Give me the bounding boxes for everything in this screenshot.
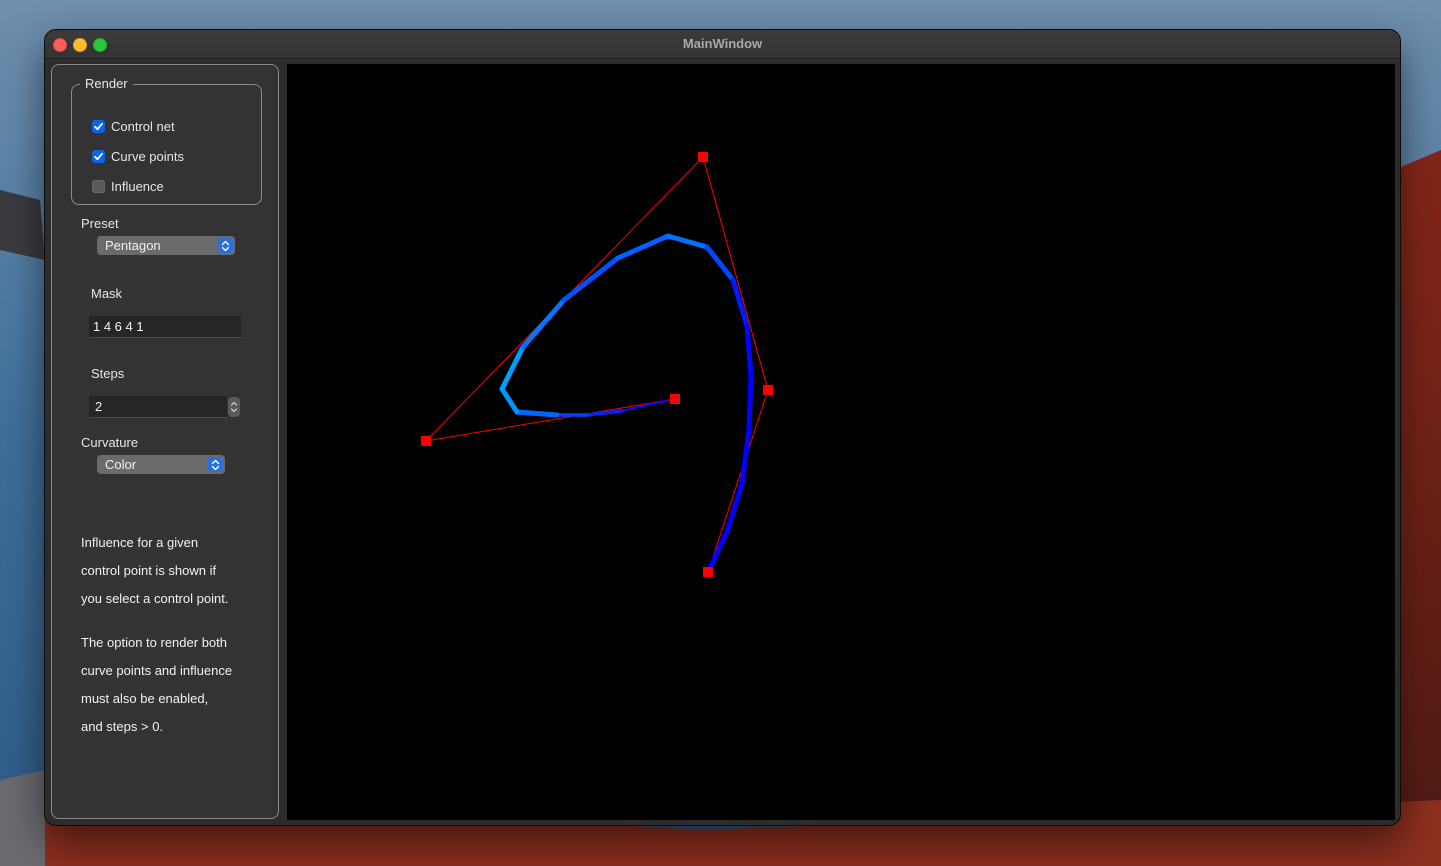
- control-point-handle[interactable]: [763, 385, 773, 395]
- curve-segment: [730, 277, 750, 329]
- curvature-label: Curvature: [81, 435, 139, 450]
- control-point-handle[interactable]: [703, 567, 713, 577]
- help-line: must also be enabled,: [81, 691, 209, 706]
- curve-segment: [746, 373, 754, 432]
- window-title: MainWindow: [682, 36, 763, 51]
- mask-input[interactable]: 1 4 6 4 1: [89, 316, 241, 338]
- curve-segment: [585, 409, 624, 417]
- main-window: MainWindow Render Control net Curve poin…: [45, 30, 1400, 825]
- curve-segment: [561, 255, 621, 303]
- control-point-handle[interactable]: [421, 436, 431, 446]
- help-line: Influence for a given: [81, 535, 199, 550]
- influence-label: Influence: [111, 178, 164, 194]
- curve-segment: [744, 323, 754, 379]
- control-net-label: Control net: [111, 118, 175, 134]
- checkbox-unchecked-icon[interactable]: [92, 179, 105, 193]
- influence-help-text: Influence for a given control point is s…: [81, 529, 228, 613]
- control-net-checkbox[interactable]: Control net: [92, 117, 175, 135]
- title-bar[interactable]: MainWindow: [45, 30, 1400, 59]
- control-point-handle[interactable]: [698, 152, 708, 162]
- influence-checkbox[interactable]: Influence: [92, 177, 164, 195]
- settings-panel: Render Control net Curve points Influenc…: [51, 64, 279, 819]
- curve-points-checkbox[interactable]: Curve points: [92, 147, 184, 165]
- help-line: control point is shown if: [81, 563, 217, 578]
- render-help-text: The option to render both curve points a…: [81, 629, 232, 741]
- control-point-handle[interactable]: [670, 394, 680, 404]
- updown-chevron-icon: [218, 238, 233, 253]
- help-line: curve points and influence: [81, 663, 233, 678]
- curve-segment: [514, 409, 560, 418]
- curve-segment: [739, 426, 752, 487]
- checkbox-checked-icon[interactable]: [92, 149, 105, 163]
- curve-segment: [615, 233, 671, 261]
- render-canvas[interactable]: [287, 64, 1395, 820]
- preset-dropdown[interactable]: Pentagon: [97, 236, 235, 255]
- stepper-arrows-icon: [230, 401, 238, 413]
- curve-segment: [499, 344, 526, 392]
- curvature-dropdown[interactable]: Color: [97, 455, 225, 474]
- steps-stepper[interactable]: [228, 397, 240, 417]
- updown-chevron-icon: [208, 457, 223, 472]
- curvature-value: Color: [105, 457, 137, 472]
- steps-input[interactable]: 2: [89, 396, 227, 418]
- curve-segment: [520, 297, 567, 350]
- preset-label: Preset: [81, 216, 119, 231]
- help-line: you select a control point.: [81, 591, 229, 606]
- steps-label: Steps: [91, 366, 125, 381]
- render-group-title: Render: [80, 76, 133, 91]
- control-net-polyline: [424, 156, 769, 573]
- help-line: The option to render both: [81, 635, 227, 650]
- curve-segment: [705, 529, 730, 575]
- curve-segment: [499, 386, 520, 415]
- curve-segment: [665, 233, 710, 250]
- curve-scene[interactable]: [287, 64, 1395, 820]
- curve-points-label: Curve points: [111, 148, 184, 164]
- preset-value: Pentagon: [105, 238, 161, 253]
- mask-label: Mask: [91, 286, 123, 301]
- render-group: Render Control net Curve points Influenc…: [71, 76, 262, 205]
- checkbox-checked-icon[interactable]: [92, 119, 105, 133]
- help-line: and steps > 0.: [81, 719, 164, 734]
